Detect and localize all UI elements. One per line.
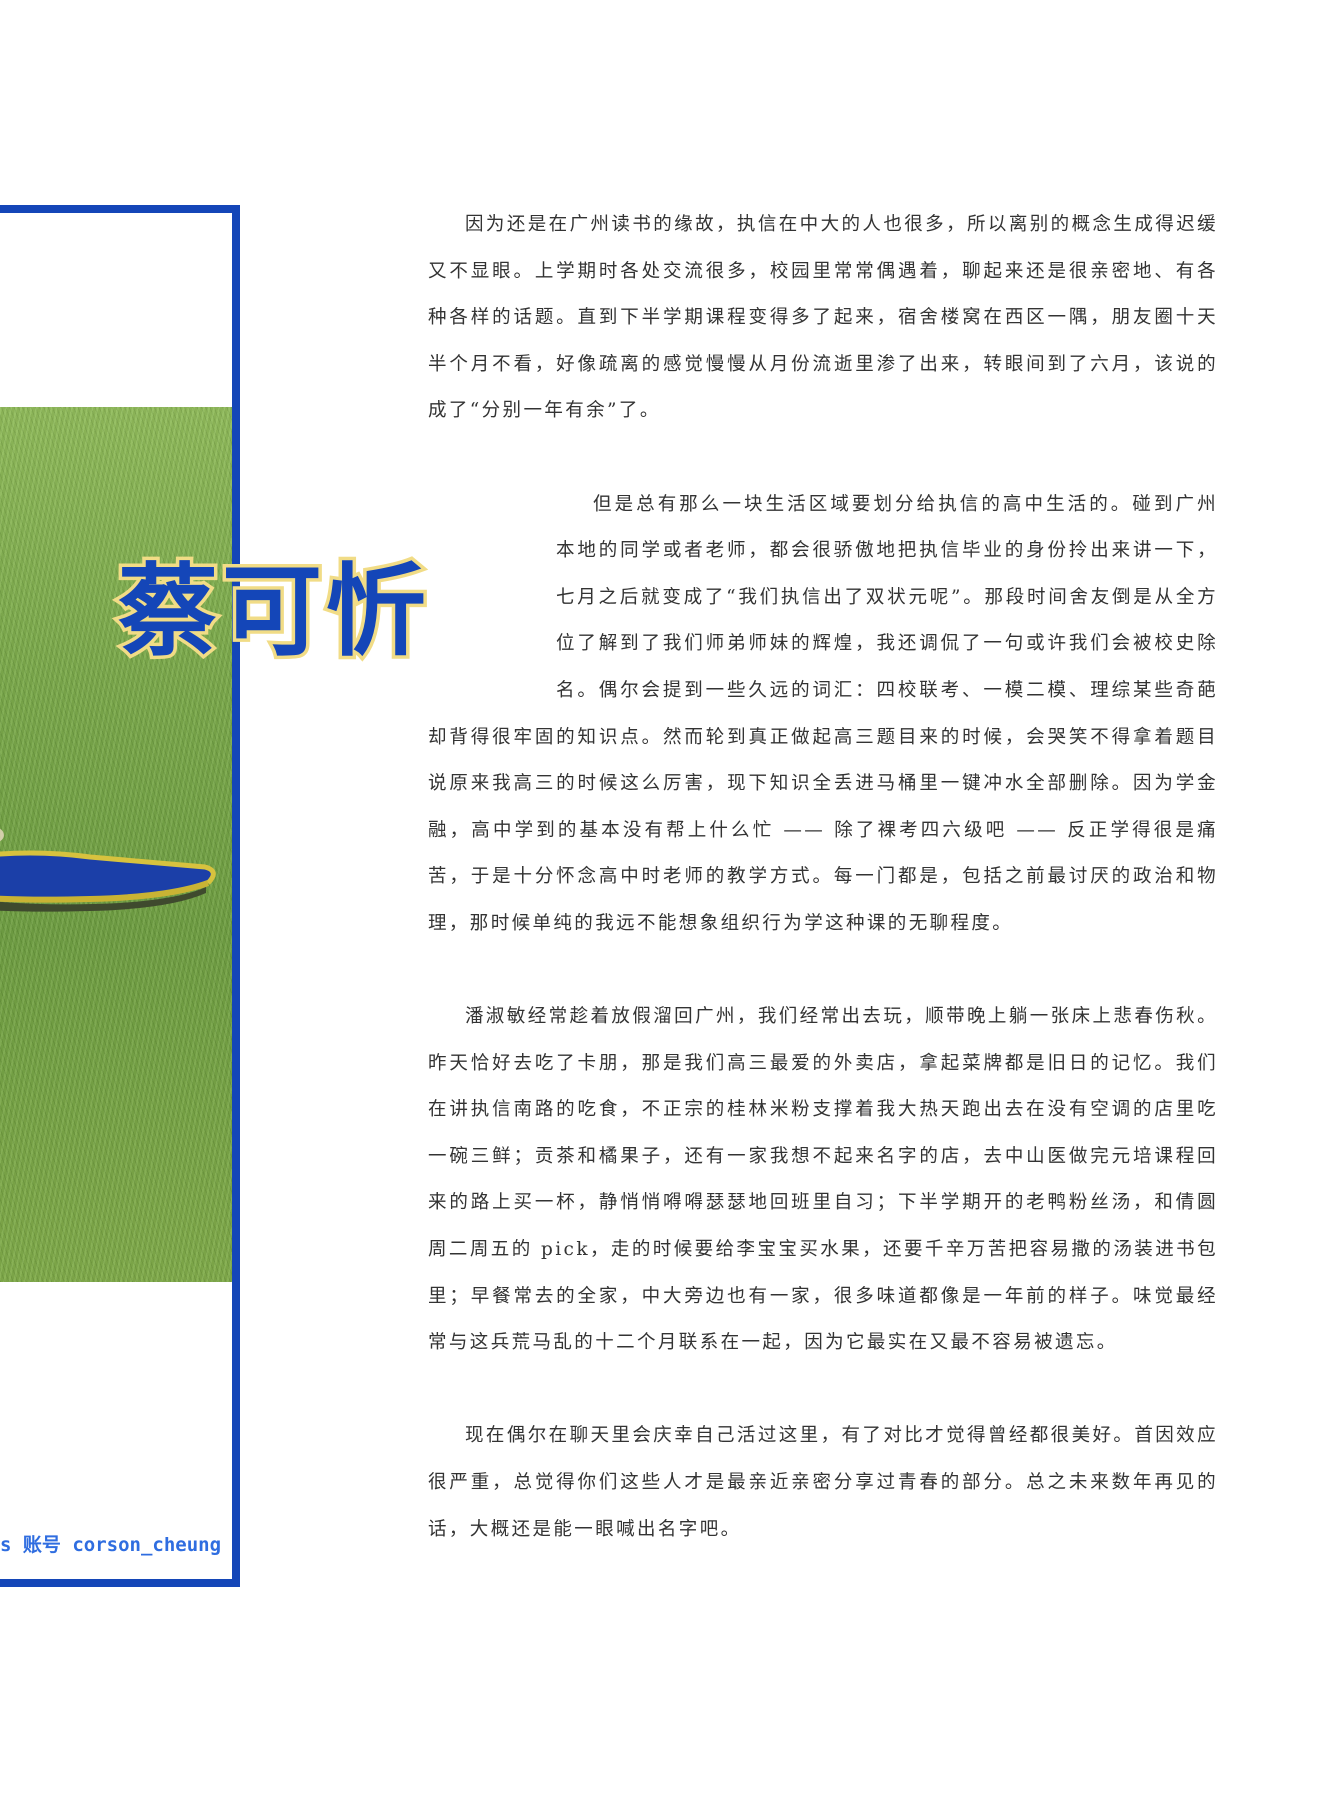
title-wrap-spacer [428, 529, 556, 692]
paragraph-1: 因为还是在广州读书的缘故，执信在中大的人也很多，所以离别的概念生成得迟缓又不显眼… [428, 214, 1218, 422]
paragraph-2: 但是总有那么一块生活区域要划分给执信的高中生活的。碰到广州本地的同学或者老师，都… [428, 482, 1218, 948]
watermark-account-label: s 账号 corson_cheung [0, 1534, 222, 1556]
article-body: 因为还是在广州读书的缘故，执信在中大的人也很多，所以离别的概念生成得迟缓又不显眼… [428, 202, 1218, 1553]
photo-frame: s 账号 corson_cheung [0, 205, 240, 1587]
grass-photo [0, 407, 232, 1282]
paragraph-4: 现在偶尔在聊天里会庆幸自己活过这里，有了对比才觉得曾经都很美好。首因效应很严重，… [428, 1425, 1218, 1540]
name-title: 蔡可忻 [115, 553, 430, 670]
paragraph-3: 潘淑敏经常趁着放假溜回广州，我们经常出去玩，顺带晚上躺一张床上悲春伤秋。昨天恰好… [428, 1006, 1218, 1354]
shoe-image [0, 828, 216, 912]
